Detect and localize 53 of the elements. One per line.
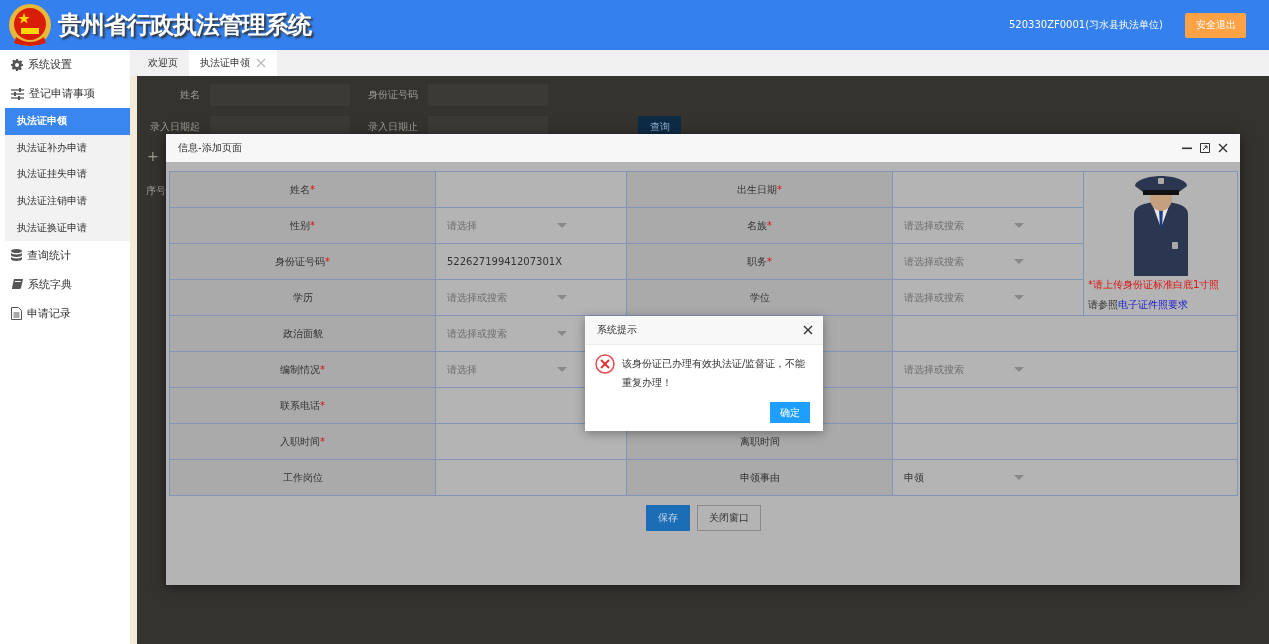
sidebar-item[interactable]: 查询统计 (0, 240, 130, 270)
sidebar-subitem[interactable]: 执法证换证申请 (5, 214, 130, 241)
document-icon (11, 306, 22, 320)
photo-hint: 请参照 (1088, 298, 1118, 312)
column-header: 序号 (146, 184, 167, 198)
save-button[interactable]: 保存 (645, 505, 690, 531)
form-label: 出生日期* (626, 171, 893, 208)
form-label: 编制情况* (169, 351, 436, 388)
form-label: 性别* (169, 207, 436, 244)
sidebar-subitem[interactable]: 执法证申领 (5, 108, 130, 135)
search-label: 录入日期止 (367, 120, 418, 134)
dialog-title: 系统提示 (597, 323, 637, 337)
close-icon[interactable] (803, 325, 813, 335)
sidebar-item[interactable]: 申请记录 (0, 298, 130, 328)
sidebar-subitem[interactable]: 执法证注销申请 (5, 187, 130, 215)
photo-note: *请上传身份证标准白底1寸照 (1088, 278, 1221, 292)
search-label: 姓名 (179, 88, 200, 102)
form-label: 名族* (626, 207, 893, 244)
error-icon (595, 354, 615, 374)
search-label: 录入日期起 (149, 120, 200, 134)
sidebar-item[interactable]: 系统设置 (0, 50, 130, 79)
sidebar-item[interactable]: 系统字典 (0, 269, 130, 299)
tab[interactable]: 执法证申领 (189, 50, 277, 76)
form-label: 姓名* (169, 171, 436, 208)
form-label: 联系电话* (169, 387, 436, 424)
book-icon (11, 278, 23, 290)
gear-icon (11, 58, 23, 71)
photo-requirements-link[interactable]: 电子证件照要求 (1118, 298, 1188, 312)
app-title: 贵州省行政执法管理系统 (58, 10, 311, 41)
form-label: 工作岗位 (169, 459, 436, 496)
search-label: 身份证号码 (367, 88, 418, 102)
database-icon (11, 249, 22, 262)
sidebar-subitem[interactable]: 执法证补办申请 (5, 134, 130, 162)
sidebar-subitem[interactable]: 执法证挂失申请 (5, 161, 130, 188)
form-label: 政治面貌 (169, 315, 436, 352)
maximize-icon[interactable] (1200, 143, 1210, 153)
emblem-icon (8, 3, 52, 47)
form-label: 职务* (626, 243, 893, 280)
tab[interactable]: 欢迎页 (137, 50, 189, 76)
close-icon[interactable] (1218, 143, 1228, 153)
close-window-button[interactable]: 关闭窗口 (696, 505, 761, 531)
form-label: 申领事由 (626, 459, 893, 496)
form-label: 学历 (169, 279, 436, 316)
text-field[interactable]: 52262719941207301X (436, 244, 626, 279)
modal-title: 信息-添加页面 (178, 141, 242, 155)
form-label: 身份证号码* (169, 243, 436, 280)
sidebar-item[interactable]: 登记申请事项 (0, 79, 130, 108)
form-label: 入职时间* (169, 423, 436, 460)
form-label: 学位 (626, 279, 893, 316)
dialog-message: 该身份证已办理有效执法证/监督证，不能重复办理！ (622, 357, 807, 390)
sliders-icon (11, 87, 24, 100)
add-button[interactable]: + (147, 148, 159, 164)
user-label: 520330ZF0001(习水县执法单位) (1008, 18, 1163, 32)
